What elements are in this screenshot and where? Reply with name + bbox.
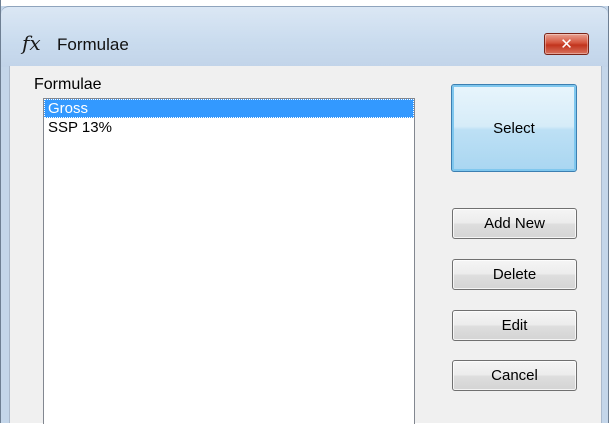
delete-button[interactable]: Delete xyxy=(452,259,577,290)
formulae-label: Formulae xyxy=(34,76,102,93)
list-item-ssp-13[interactable]: SSP 13% xyxy=(44,118,414,137)
list-item-gross[interactable]: Gross xyxy=(44,99,414,118)
edit-button[interactable]: Edit xyxy=(452,310,577,341)
dialog-window: 𝑓x Formulae ✕ Formulae Gross SSP 13% Sel… xyxy=(0,0,609,424)
window-title: Formulae xyxy=(57,35,129,54)
close-button[interactable]: ✕ xyxy=(544,33,589,55)
select-button[interactable]: Select xyxy=(451,84,577,172)
formulae-listbox[interactable]: Gross SSP 13% xyxy=(43,98,415,424)
cancel-button[interactable]: Cancel xyxy=(452,360,577,391)
title-bar[interactable]: 𝑓x Formulae ✕ xyxy=(1,6,608,67)
close-icon: ✕ xyxy=(560,35,573,53)
fx-icon: 𝑓x xyxy=(22,31,41,55)
add-new-button[interactable]: Add New xyxy=(452,208,577,239)
